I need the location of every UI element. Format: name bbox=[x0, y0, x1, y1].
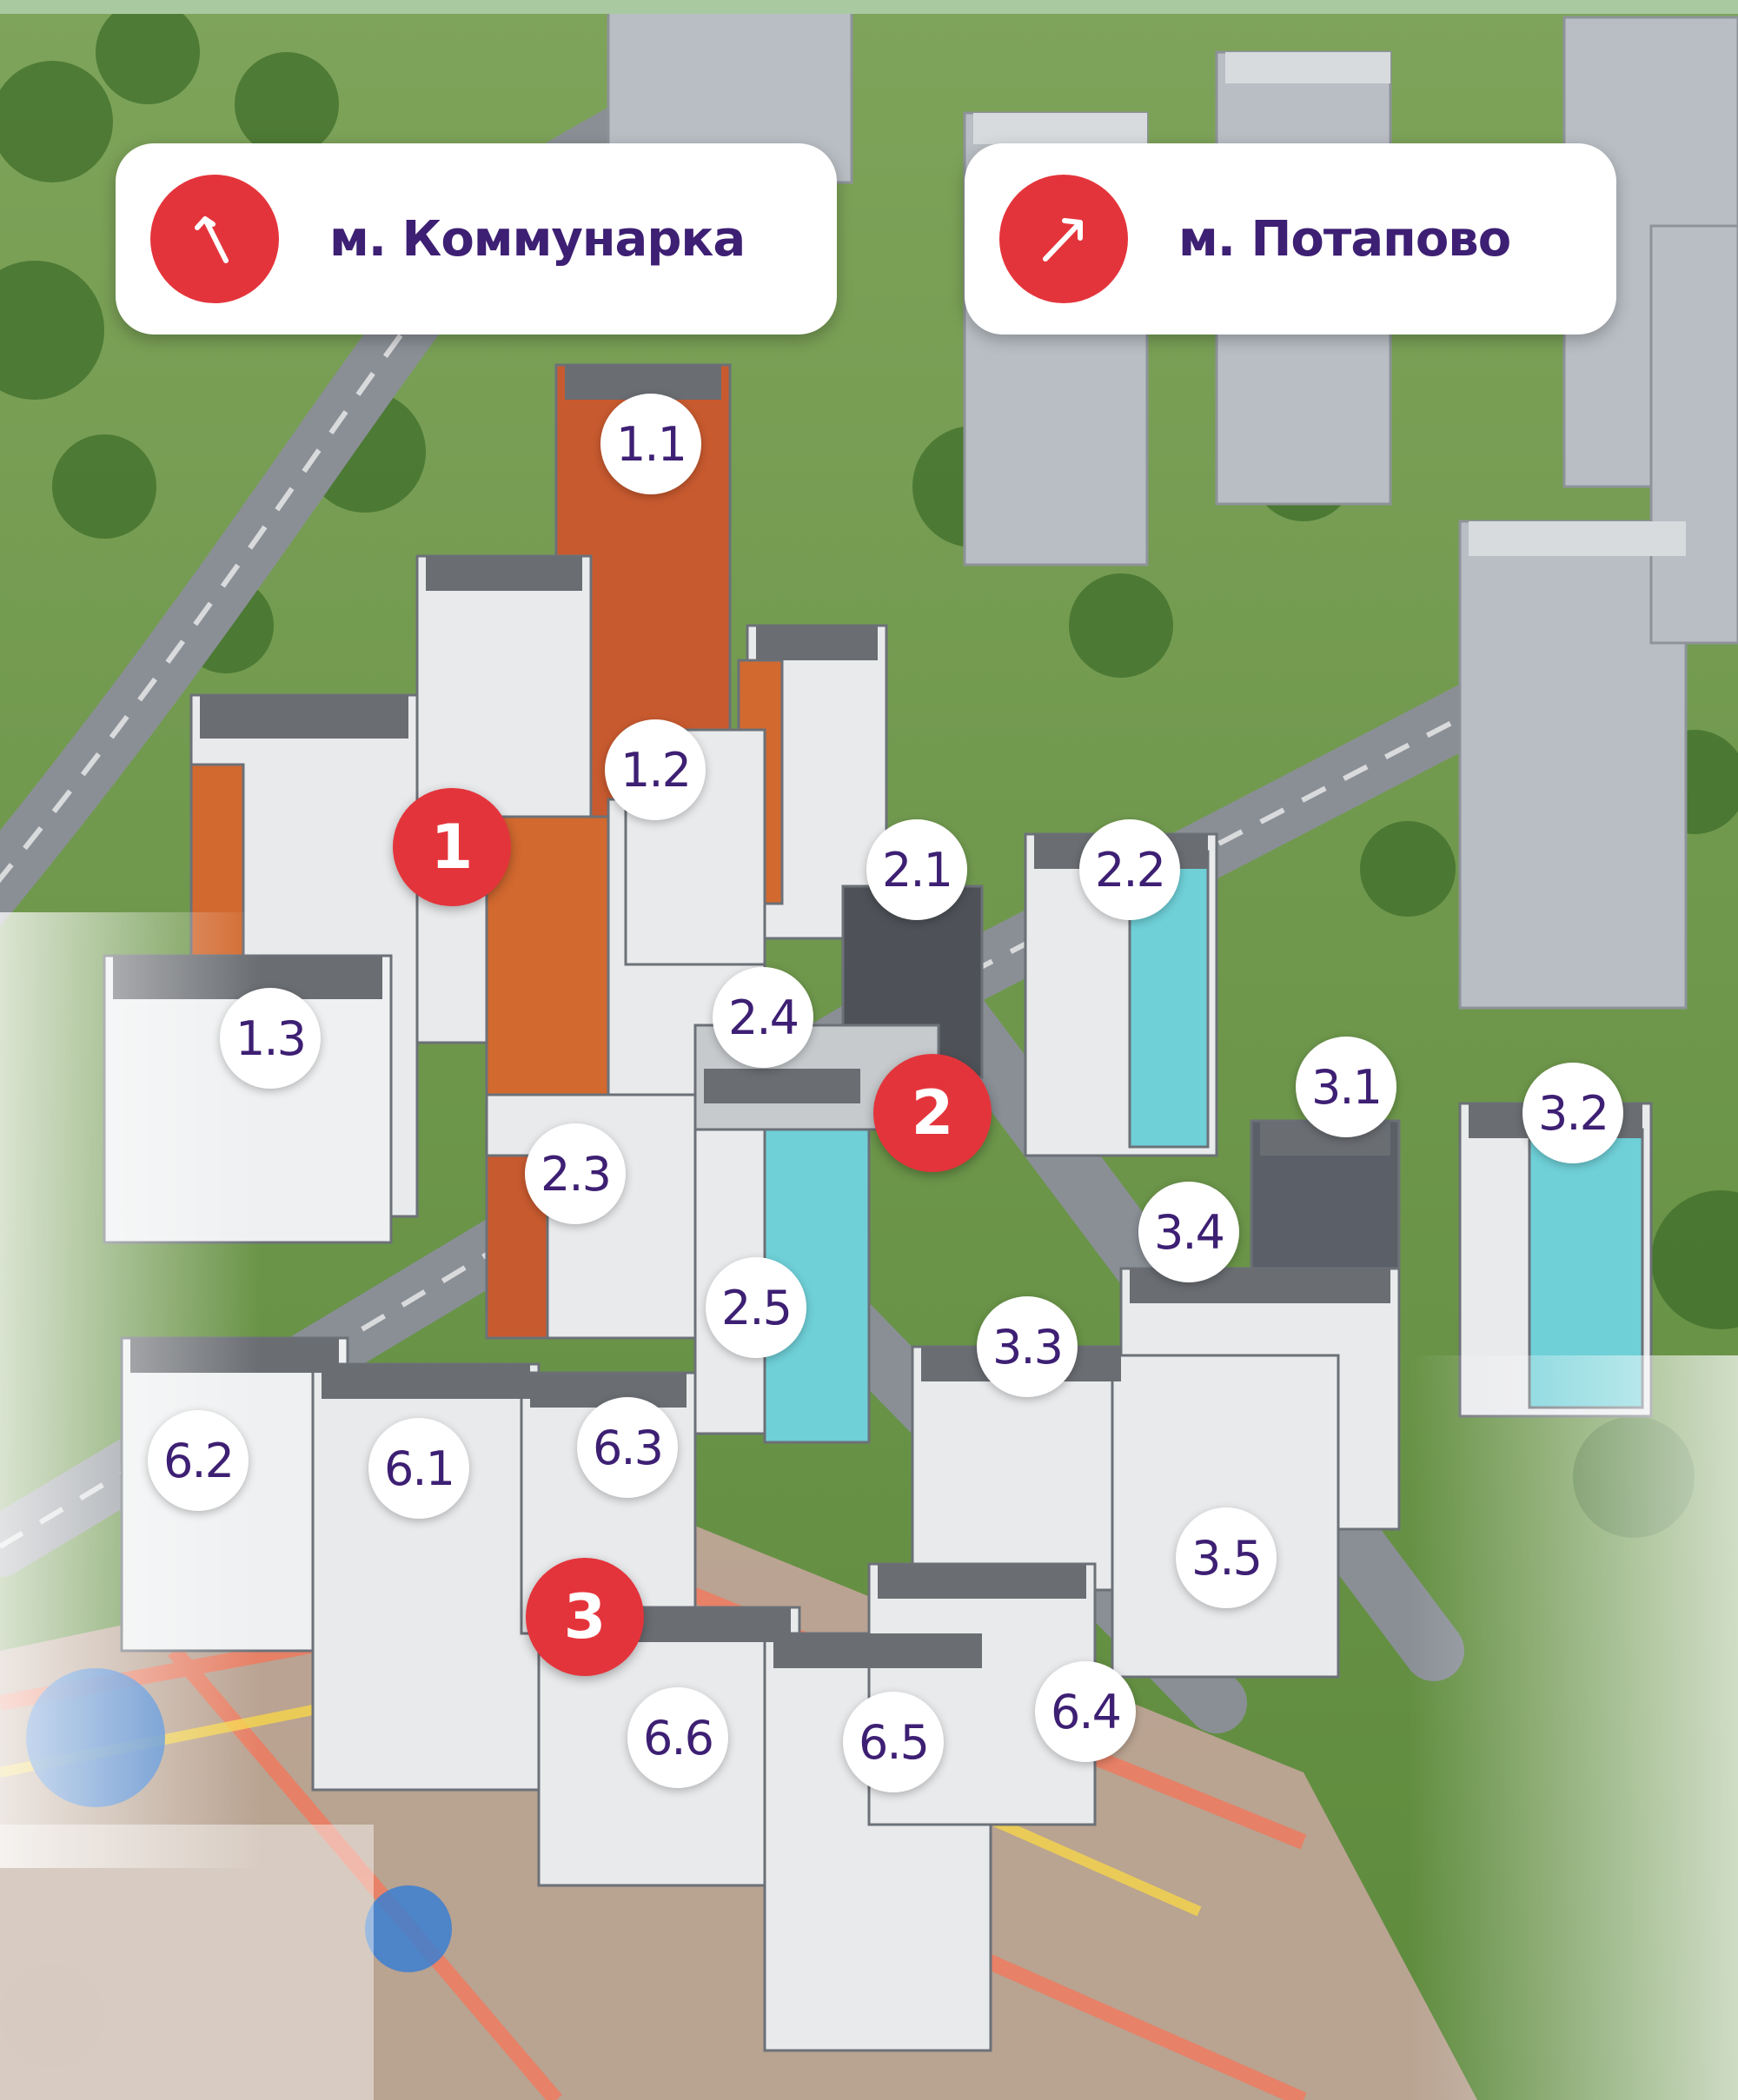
building-label-3-2[interactable]: 3.2 bbox=[1522, 1063, 1623, 1163]
building-label-6-6[interactable]: 6.6 bbox=[627, 1687, 728, 1788]
building-label-6-1[interactable]: 6.1 bbox=[368, 1418, 469, 1519]
metro-kommunarka-label: м. Коммунарка bbox=[329, 210, 746, 268]
arrow-up-right-icon bbox=[999, 175, 1128, 303]
metro-potapovo-label: м. Потапово bbox=[1178, 210, 1511, 268]
building-label-1-1[interactable]: 1.1 bbox=[600, 394, 701, 494]
building-label-2-5[interactable]: 2.5 bbox=[706, 1257, 806, 1358]
building-label-1-2[interactable]: 1.2 bbox=[605, 719, 706, 820]
metro-potapovo-button[interactable]: м. Потапово bbox=[965, 143, 1616, 335]
stage-marker-1[interactable]: 1 bbox=[393, 788, 511, 906]
arrow-up-left-icon bbox=[150, 175, 279, 303]
stage-marker-2[interactable]: 2 bbox=[873, 1054, 992, 1172]
building-label-3-4[interactable]: 3.4 bbox=[1138, 1182, 1239, 1282]
building-label-6-2[interactable]: 6.2 bbox=[148, 1410, 249, 1511]
building-label-6-4[interactable]: 6.4 bbox=[1035, 1661, 1136, 1762]
building-label-6-5[interactable]: 6.5 bbox=[843, 1692, 944, 1792]
building-label-2-1[interactable]: 2.1 bbox=[866, 819, 967, 920]
stage-marker-3[interactable]: 3 bbox=[526, 1558, 644, 1676]
building-label-2-3[interactable]: 2.3 bbox=[525, 1123, 626, 1224]
building-label-1-3[interactable]: 1.3 bbox=[220, 988, 321, 1089]
building-label-3-3[interactable]: 3.3 bbox=[977, 1296, 1078, 1397]
building-label-6-3[interactable]: 6.3 bbox=[577, 1397, 678, 1498]
building-label-2-4[interactable]: 2.4 bbox=[713, 967, 813, 1068]
building-label-2-2[interactable]: 2.2 bbox=[1079, 819, 1180, 920]
building-label-3-1[interactable]: 3.1 bbox=[1296, 1037, 1396, 1137]
building-label-3-5[interactable]: 3.5 bbox=[1176, 1507, 1277, 1608]
metro-kommunarka-button[interactable]: м. Коммунарка bbox=[116, 143, 837, 335]
